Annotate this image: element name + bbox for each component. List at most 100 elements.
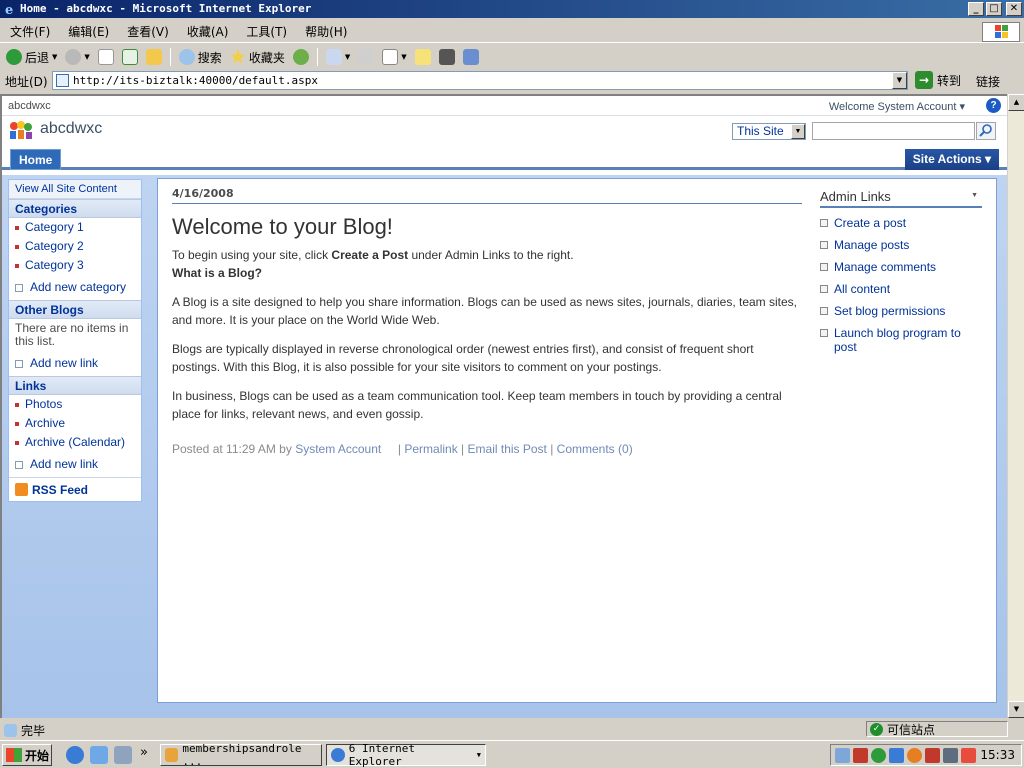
admin-link[interactable]: Launch blog program to post	[820, 326, 982, 354]
post-paragraph: Blogs are typically displayed in reverse…	[172, 342, 754, 374]
svg-text:e: e	[5, 3, 13, 16]
tray-app-icon[interactable]	[871, 748, 886, 763]
back-button[interactable]: 后退 ▼	[4, 46, 59, 68]
window-title-bar: e Home - abcdwxc - Microsoft Internet Ex…	[0, 0, 1024, 18]
categories-heading[interactable]: Categories	[9, 199, 141, 218]
admin-link-label: All content	[834, 282, 891, 296]
vertical-scrollbar[interactable]: ▲ ▼	[1007, 94, 1024, 718]
search-button[interactable]	[976, 122, 996, 140]
minimize-button[interactable]: _	[968, 2, 984, 16]
search-icon	[178, 49, 195, 65]
address-dropdown-button[interactable]: ▼	[892, 72, 907, 89]
messenger-button[interactable]	[461, 46, 481, 68]
welcome-menu[interactable]: Welcome System Account ▾	[829, 100, 965, 113]
menu-edit[interactable]: 编辑(E)	[59, 21, 118, 43]
start-button[interactable]: 开始	[2, 744, 52, 766]
admin-links-heading[interactable]: Admin Links ▼	[820, 189, 982, 208]
app-quicklaunch-icon[interactable]	[114, 746, 132, 764]
forward-button[interactable]: ▼	[63, 46, 91, 68]
links-heading[interactable]: Links	[9, 376, 141, 395]
taskbar: 开始 » membershipsandrole ... 6 Internet E…	[0, 740, 1024, 768]
edit-button[interactable]: ▼	[380, 46, 408, 68]
post-title[interactable]: Welcome to your Blog!	[172, 214, 802, 240]
other-blogs-heading[interactable]: Other Blogs	[9, 300, 141, 319]
search-scope-select[interactable]: This Site ▼	[732, 123, 806, 140]
print-button[interactable]	[356, 46, 376, 68]
tray-app-icon[interactable]	[943, 748, 958, 763]
breadcrumb[interactable]: abcdwxc	[8, 100, 51, 112]
admin-link-label: Manage posts	[834, 238, 910, 252]
admin-link[interactable]: All content	[820, 282, 982, 296]
input-method-icon[interactable]	[853, 748, 868, 763]
menu-file[interactable]: 文件(F)	[0, 21, 59, 43]
view-all-site-content-link[interactable]: View All Site Content	[9, 180, 141, 199]
comments-link[interactable]: Comments (0)	[557, 442, 633, 456]
add-category-link[interactable]: Add new category	[9, 278, 141, 297]
site-title[interactable]: abcdwxc	[40, 120, 102, 138]
favorites-button[interactable]: 收藏夹	[228, 46, 287, 68]
tray-app-icon[interactable]	[961, 748, 976, 763]
chevron-down-icon: ▼	[401, 53, 407, 61]
email-post-link[interactable]: Email this Post	[468, 442, 547, 456]
chevron-down-icon: ▼	[476, 751, 481, 759]
scroll-up-button[interactable]: ▲	[1008, 94, 1024, 111]
site-logo-icon	[10, 121, 32, 139]
blog-post: 4/16/2008 Welcome to your Blog! To begin…	[172, 187, 802, 456]
rss-feed-link[interactable]: RSS Feed	[9, 477, 141, 501]
ie-quicklaunch-icon[interactable]	[66, 746, 84, 764]
admin-link[interactable]: Manage comments	[820, 260, 982, 274]
tab-home[interactable]: Home	[10, 149, 62, 170]
add-link-button[interactable]: Add new link	[9, 455, 141, 474]
search-scope-value: This Site	[737, 124, 784, 138]
research-button[interactable]	[437, 46, 457, 68]
links-button[interactable]: 链接	[976, 73, 1000, 90]
permalink-link[interactable]: Permalink	[404, 442, 457, 456]
admin-link[interactable]: Manage posts	[820, 238, 982, 252]
refresh-button[interactable]	[120, 46, 140, 68]
taskbar-button-memberships[interactable]: membershipsandrole ...	[160, 742, 322, 768]
link-item[interactable]: Archive (Calendar)	[9, 433, 141, 452]
security-zone[interactable]: ✓ 可信站点	[866, 721, 1008, 737]
close-button[interactable]: ✕	[1006, 2, 1022, 16]
menu-help[interactable]: 帮助(H)	[296, 21, 356, 43]
address-input[interactable]: http://its-biztalk:40000/default.aspx	[52, 71, 908, 90]
tray-app-icon[interactable]	[889, 748, 904, 763]
category-item[interactable]: Category 1	[9, 218, 141, 237]
go-button[interactable]: → 转到	[915, 71, 961, 89]
scroll-down-button[interactable]: ▼	[1008, 701, 1024, 718]
home-button[interactable]	[144, 46, 164, 68]
desktop-quicklaunch-icon[interactable]	[90, 746, 108, 764]
star-icon	[230, 49, 246, 64]
help-icon[interactable]: ?	[986, 98, 1001, 113]
bullet-icon	[15, 225, 19, 230]
author-link[interactable]: System Account	[295, 442, 381, 456]
quicklaunch-chevron[interactable]: »	[140, 745, 148, 760]
discuss-button[interactable]	[413, 46, 433, 68]
search-button[interactable]: 搜索	[177, 46, 224, 68]
admin-link[interactable]: Set blog permissions	[820, 304, 982, 318]
main-content: 4/16/2008 Welcome to your Blog! To begin…	[157, 178, 997, 703]
category-item[interactable]: Category 3	[9, 256, 141, 275]
taskbar-button-internet-explorer[interactable]: 6 Internet Explorer ▼	[326, 742, 486, 768]
admin-link[interactable]: Create a post	[820, 216, 982, 230]
search-input[interactable]	[812, 122, 975, 140]
tray-app-icon[interactable]	[907, 748, 922, 763]
antivirus-icon[interactable]	[925, 748, 940, 763]
network-icon[interactable]	[835, 748, 850, 763]
link-item[interactable]: Archive	[9, 414, 141, 433]
category-item[interactable]: Category 2	[9, 237, 141, 256]
menu-favorites[interactable]: 收藏(A)	[178, 21, 238, 43]
link-item[interactable]: Photos	[9, 395, 141, 414]
system-tray: 15:33	[830, 744, 1022, 766]
mail-button[interactable]: ▼	[324, 46, 352, 68]
add-link-button[interactable]: Add new link	[9, 354, 141, 373]
stop-button[interactable]	[96, 46, 116, 68]
site-actions-menu[interactable]: Site Actions ▾	[904, 149, 999, 170]
maximize-button[interactable]: □	[986, 2, 1002, 16]
clock[interactable]: 15:33	[980, 748, 1015, 762]
add-icon	[15, 460, 23, 469]
menu-view[interactable]: 查看(V)	[118, 21, 178, 43]
menu-tools[interactable]: 工具(T)	[237, 21, 296, 43]
history-button[interactable]	[291, 46, 311, 68]
forward-arrow-icon	[65, 49, 82, 65]
